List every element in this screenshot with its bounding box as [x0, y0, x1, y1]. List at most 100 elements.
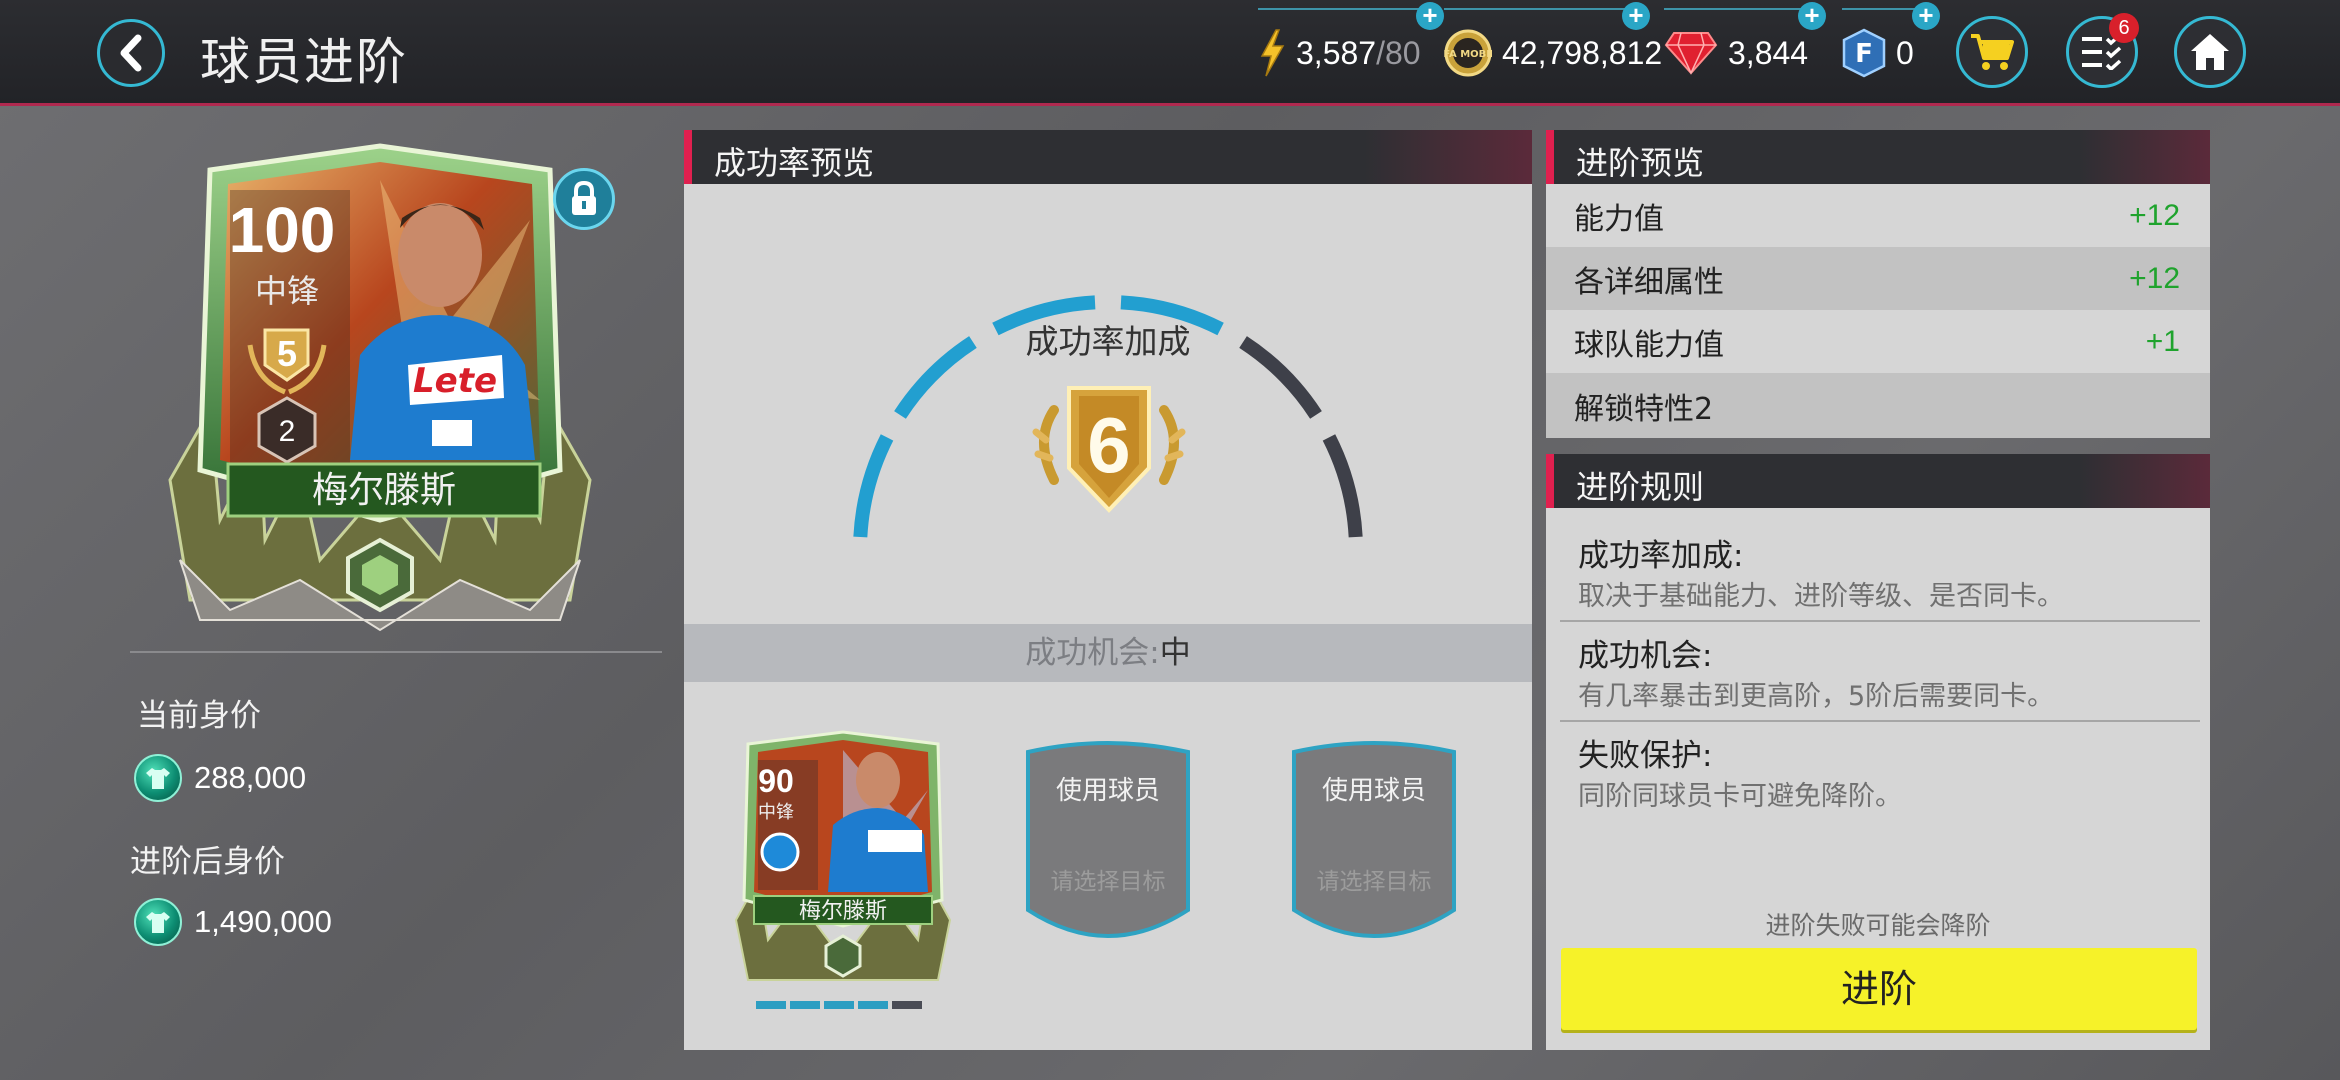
after-value-row: 1,490,000: [134, 898, 332, 946]
material-card-name: 梅尔滕斯: [799, 899, 887, 924]
current-value-label: 当前身价: [137, 698, 261, 734]
rule-divider: [1560, 620, 2200, 622]
add-fifa-points-button[interactable]: +: [1912, 2, 1940, 30]
coin-logo-text: FIFA MOBILE: [1444, 49, 1492, 60]
stamina-counter: + 3,587/80: [1258, 0, 1444, 106]
bonus-shield-icon: 6: [1032, 386, 1186, 513]
gem-icon: [1664, 31, 1718, 75]
rule-heading: 成功机会:: [1578, 638, 1713, 674]
success-chance-bar: 成功机会:中: [684, 624, 1532, 682]
lock-button[interactable]: [553, 168, 615, 230]
preview-row-team-rating: 球队能力值 +1: [1546, 310, 2210, 373]
fifa-points-icon: F: [1842, 28, 1886, 78]
success-panel-title: 成功率预览: [714, 144, 875, 182]
coins-counter: + FIFA MOBILE 42,798,812: [1444, 0, 1662, 106]
slot-label: 使用球员: [1055, 776, 1160, 806]
rule-description: 同阶同球员卡可避免降阶。: [1578, 781, 1902, 812]
fifa-coin-icon: FIFA MOBILE: [1444, 29, 1492, 77]
lock-icon: [572, 181, 596, 215]
slot-hint: 请选择目标: [1050, 869, 1166, 895]
home-button[interactable]: [2174, 16, 2246, 88]
card-rating: 100: [229, 194, 336, 266]
top-bar: 球员进阶 + 3,587/80 + FIFA MOBILE 42,798,812…: [0, 0, 2340, 106]
gems-value: 3,844: [1728, 34, 1809, 71]
player-card-art: Lete 100 中锋 5 2 梅尔滕斯: [168, 143, 592, 632]
player-card[interactable]: Lete 100 中锋 5 2 梅尔滕斯: [150, 140, 610, 640]
tasks-button[interactable]: 6: [2066, 13, 2139, 88]
material-card-position: 中锋: [758, 802, 794, 823]
gauge-segment: [1239, 336, 1322, 419]
chance-value: 中: [1159, 635, 1191, 671]
home-icon: [2191, 34, 2229, 70]
gauge-segment: [1120, 295, 1224, 336]
slot-label: 使用球员: [1321, 776, 1426, 806]
level-pip: [858, 1001, 888, 1009]
material-player-card[interactable]: 90 中锋 梅尔滕斯: [728, 730, 958, 996]
fp-logo-text: F: [1855, 39, 1873, 69]
current-value: 288,000: [194, 760, 307, 795]
gems-counter: + 3,844: [1664, 0, 1826, 106]
upgrade-preview-header: 进阶预览: [1546, 130, 2210, 184]
slot-hint: 请选择目标: [1316, 869, 1432, 895]
chance-label: 成功机会:: [1025, 635, 1160, 671]
upgrade-preview-panel: 进阶预览 能力值 +12 各详细属性 +12 球队能力值 +1 解锁特性2: [1546, 130, 2210, 438]
jersey-sponsor-text: Lete: [413, 361, 497, 401]
current-value-row: 288,000: [134, 754, 306, 802]
bonus-value: 6: [1087, 401, 1130, 489]
success-panel-header: 成功率预览: [684, 130, 1532, 184]
stamina-max: /80: [1376, 34, 1421, 71]
card-player-name: 梅尔滕斯: [312, 470, 456, 511]
level-pip: [892, 1001, 922, 1009]
add-stamina-button[interactable]: +: [1416, 2, 1444, 30]
lightning-icon: [1258, 28, 1286, 78]
rules-header: 进阶规则: [1546, 454, 2210, 508]
left-divider: [130, 651, 662, 653]
rule-description: 取决于基础能力、进阶等级、是否同卡。: [1578, 581, 2064, 612]
preview-row-label: 各详细属性: [1574, 264, 1724, 300]
card-level-pips: [756, 1001, 922, 1009]
rule-heading: 成功率加成:: [1578, 538, 1744, 574]
rule-heading: 失败保护:: [1578, 738, 1713, 774]
gauge-segment: [992, 295, 1096, 336]
preview-row-label: 球队能力值: [1574, 327, 1724, 363]
preview-row-value: +12: [2129, 261, 2180, 295]
cart-icon: [1971, 34, 2014, 70]
preview-row-value: +12: [2129, 198, 2180, 232]
gauge-segment: [853, 434, 894, 538]
level-pip: [756, 1001, 786, 1009]
after-value: 1,490,000: [194, 904, 332, 939]
preview-row-value: +1: [2145, 324, 2180, 358]
card-sub-level: 2: [279, 415, 296, 448]
chevron-left-icon: [120, 34, 142, 72]
material-card-rating: 90: [758, 763, 794, 799]
level-pip: [824, 1001, 854, 1009]
back-button[interactable]: [97, 19, 165, 87]
level-pip: [790, 1001, 820, 1009]
select-player-slot-1[interactable]: 使用球员 请选择目标: [1020, 740, 1196, 950]
upgrade-preview-title: 进阶预览: [1576, 144, 1705, 182]
preview-row-unlock-trait: 解锁特性2: [1546, 373, 2210, 438]
preview-row-label: 解锁特性2: [1574, 391, 1714, 427]
rule-divider: [1560, 720, 2200, 722]
after-value-label: 进阶后身价: [130, 844, 285, 880]
preview-row-label: 能力值: [1574, 201, 1664, 237]
card-rank: 5: [277, 333, 297, 374]
rules-title: 进阶规则: [1576, 468, 1705, 506]
coins-value: 42,798,812: [1502, 34, 1663, 71]
notification-badge: 6: [2109, 13, 2139, 43]
card-position: 中锋: [255, 272, 319, 310]
fifa-points-value: 0: [1896, 34, 1914, 71]
gauge-segment: [894, 336, 977, 419]
stamina-value: 3,587: [1296, 34, 1377, 71]
select-player-slot-2[interactable]: 使用球员 请选择目标: [1286, 740, 1462, 950]
add-gems-button[interactable]: +: [1798, 2, 1826, 30]
preview-row-ability: 能力值 +12: [1546, 184, 2210, 247]
shop-button[interactable]: [1956, 16, 2028, 88]
rule-description: 有几率暴击到更高阶，5阶后需要同卡。: [1578, 681, 2055, 712]
preview-row-attributes: 各详细属性 +12: [1546, 247, 2210, 310]
add-coins-button[interactable]: +: [1622, 2, 1650, 30]
downgrade-warning: 进阶失败可能会降阶: [1765, 911, 1991, 940]
gauge-segment: [1322, 434, 1363, 538]
fifa-points-counter: + F 0: [1842, 0, 1940, 106]
upgrade-button[interactable]: 进阶: [1561, 948, 2197, 1030]
